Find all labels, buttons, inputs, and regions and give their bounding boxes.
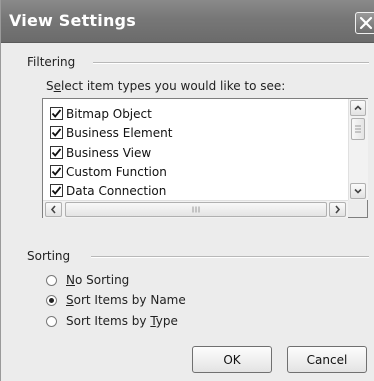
checkmark-icon: [51, 128, 62, 137]
vertical-scroll-thumb[interactable]: [351, 118, 365, 140]
grip-icon: [355, 125, 361, 133]
radio-label: Sort Items by Name: [66, 293, 186, 307]
item-checkbox[interactable]: [50, 107, 63, 120]
checkmark-icon: [51, 186, 62, 195]
sorting-divider: [91, 256, 369, 258]
horizontal-scrollbar[interactable]: [43, 200, 348, 218]
scroll-left-button[interactable]: [45, 202, 62, 217]
chevron-up-icon: [354, 105, 362, 111]
ok-button[interactable]: OK: [192, 346, 272, 373]
grip-icon: [192, 206, 200, 213]
list-item[interactable]: Business View: [50, 143, 151, 162]
scroll-down-button[interactable]: [350, 183, 366, 199]
scrollbar-corner: [348, 200, 367, 217]
filtering-group-label: Filtering: [27, 55, 76, 69]
chevron-left-icon: [50, 205, 56, 214]
cancel-button[interactable]: Cancel: [287, 346, 367, 373]
item-types-list: Bitmap Object Business Element Business …: [43, 99, 348, 200]
item-label: Business View: [66, 145, 152, 160]
radio-selected-dot: [49, 297, 54, 303]
checkmark-icon: [51, 109, 62, 118]
sorting-group-label: Sorting: [27, 249, 71, 263]
vertical-scrollbar[interactable]: [348, 99, 368, 200]
radio-sort-by-name[interactable]: Sort Items by Name: [46, 291, 186, 309]
close-button[interactable]: [355, 12, 374, 34]
list-item[interactable]: Bitmap Object: [50, 104, 152, 123]
item-label: Bitmap Object: [66, 106, 152, 121]
chevron-down-icon: [354, 188, 362, 194]
close-icon: [359, 16, 373, 30]
checkmark-icon: [51, 167, 62, 176]
radio-button[interactable]: [46, 274, 57, 286]
item-checkbox[interactable]: [50, 184, 63, 197]
list-item[interactable]: Data Connection: [50, 181, 166, 200]
radio-sort-by-type[interactable]: Sort Items by Type: [46, 312, 178, 330]
checkmark-icon: [51, 148, 62, 157]
item-checkbox[interactable]: [50, 165, 63, 178]
item-label: Data Connection: [66, 183, 167, 198]
view-settings-dialog: View Settings Filtering Select item type…: [0, 0, 374, 381]
item-types-listbox[interactable]: Bitmap Object Business Element Business …: [42, 98, 368, 218]
scroll-up-button[interactable]: [350, 100, 366, 116]
title-bar[interactable]: View Settings: [1, 0, 374, 43]
radio-label: Sort Items by Type: [66, 314, 178, 328]
window-title: View Settings: [9, 11, 136, 30]
item-checkbox[interactable]: [50, 126, 63, 139]
chevron-right-icon: [335, 205, 341, 214]
radio-button[interactable]: [46, 315, 57, 327]
horizontal-scroll-thumb[interactable]: [65, 202, 327, 217]
radio-no-sorting[interactable]: No Sorting: [46, 271, 129, 289]
list-item[interactable]: Custom Function: [50, 162, 167, 181]
list-item[interactable]: Business Element: [50, 123, 172, 142]
item-label: Custom Function: [66, 164, 167, 179]
item-types-prompt: Select item types you would like to see:: [46, 79, 286, 93]
item-checkbox[interactable]: [50, 146, 63, 159]
radio-button[interactable]: [46, 294, 57, 306]
radio-label: No Sorting: [66, 273, 130, 287]
scroll-right-button[interactable]: [329, 202, 346, 217]
item-label: Business Element: [66, 125, 173, 140]
filtering-divider: [93, 62, 369, 64]
